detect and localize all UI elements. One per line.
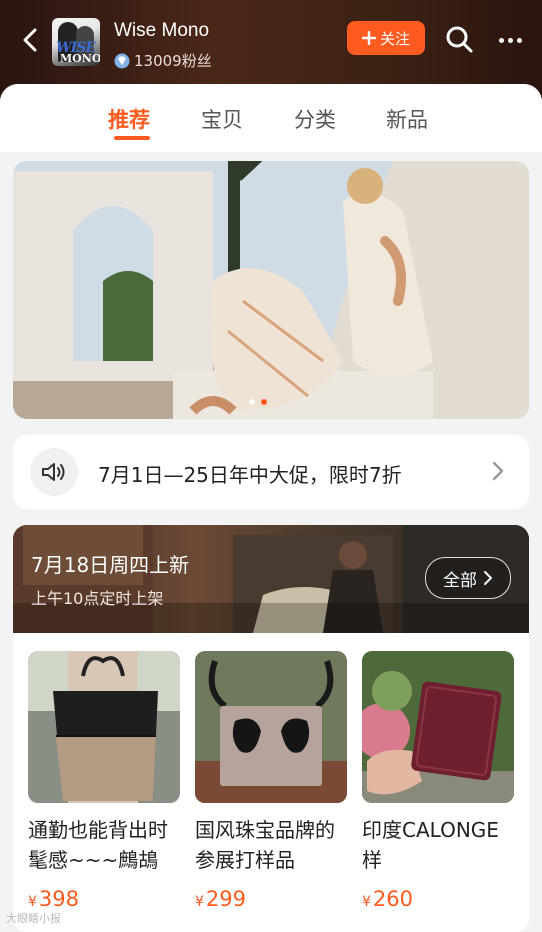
product-card[interactable]: 通勤也能背出时髦感~~~鷓鴣 ¥398: [28, 651, 180, 911]
back-icon: [23, 28, 37, 52]
new-arrivals-card: 7月18日周四上新 上午10点定时上架 全部 通勤也能背出时髦感~~~鷓鴣 ¥3…: [13, 525, 529, 932]
product-title[interactable]: 国风珠宝品牌的参展打样品: [195, 815, 347, 875]
new-arrivals-title: 7月18日周四上新: [31, 553, 190, 577]
follow-button[interactable]: 关注: [347, 21, 425, 55]
more-icon[interactable]: [494, 26, 526, 54]
fans-label: 13009粉丝: [134, 52, 212, 70]
banner-dot-active: [261, 399, 267, 405]
shop-name[interactable]: Wise Mono: [114, 20, 209, 42]
price-value: 260: [372, 887, 414, 911]
logo-text-mono: MONO: [60, 52, 100, 65]
product-image[interactable]: [362, 651, 514, 803]
currency-symbol: ¥: [195, 894, 204, 910]
shop-content: 推荐 宝贝 分类 新品 7月1日—25日年中大促，限时7折 7月18日周四上新 …: [0, 84, 542, 932]
tab-items[interactable]: 宝贝: [201, 104, 243, 134]
tab-bar: 推荐 宝贝 分类 新品: [0, 84, 542, 152]
promo-banner[interactable]: [13, 161, 529, 419]
currency-symbol: ¥: [362, 894, 371, 910]
banner-image: [13, 161, 529, 419]
new-arrivals-subtitle: 上午10点定时上架: [31, 589, 164, 608]
price-value: 398: [38, 887, 80, 911]
product-image[interactable]: [28, 651, 180, 803]
announcement-text: 7月1日—25日年中大促，限时7折: [98, 463, 402, 487]
plus-icon: [361, 31, 376, 45]
banner-pagination: [249, 399, 267, 405]
product-price: ¥260: [362, 887, 514, 911]
speaker-icon: [30, 448, 78, 496]
announcement-bar[interactable]: 7月1日—25日年中大促，限时7折: [13, 435, 529, 509]
product-card[interactable]: 国风珠宝品牌的参展打样品 ¥299: [195, 651, 347, 911]
view-all-label: 全部: [443, 570, 477, 591]
active-tab-indicator: [114, 136, 150, 140]
fans-count: 13009粉丝: [114, 50, 212, 71]
product-title[interactable]: 通勤也能背出时髦感~~~鷓鴣: [28, 815, 180, 875]
search-icon[interactable]: [444, 24, 474, 54]
product-title[interactable]: 印度CALONGE样: [362, 815, 514, 875]
tab-new[interactable]: 新品: [386, 104, 428, 134]
product-image[interactable]: [195, 651, 347, 803]
new-arrivals-header: 7月18日周四上新 上午10点定时上架 全部: [13, 525, 529, 633]
chevron-right-icon: [484, 571, 492, 585]
price-value: 299: [205, 887, 247, 911]
tab-category[interactable]: 分类: [294, 104, 336, 134]
watermark: 大眼睛小报: [6, 912, 61, 925]
banner-dot: [249, 399, 255, 405]
product-card[interactable]: 印度CALONGE样 ¥260: [362, 651, 514, 911]
view-all-button[interactable]: 全部: [425, 557, 511, 599]
currency-symbol: ¥: [28, 894, 37, 910]
back-button[interactable]: [14, 24, 46, 56]
product-price: ¥398: [28, 887, 180, 911]
shop-logo[interactable]: WISE MONO: [52, 18, 100, 66]
follow-label: 关注: [379, 29, 410, 48]
tab-recommend[interactable]: 推荐: [108, 104, 150, 134]
diamond-icon: [114, 53, 130, 68]
chevron-right-icon: [492, 461, 504, 481]
product-price: ¥299: [195, 887, 347, 911]
